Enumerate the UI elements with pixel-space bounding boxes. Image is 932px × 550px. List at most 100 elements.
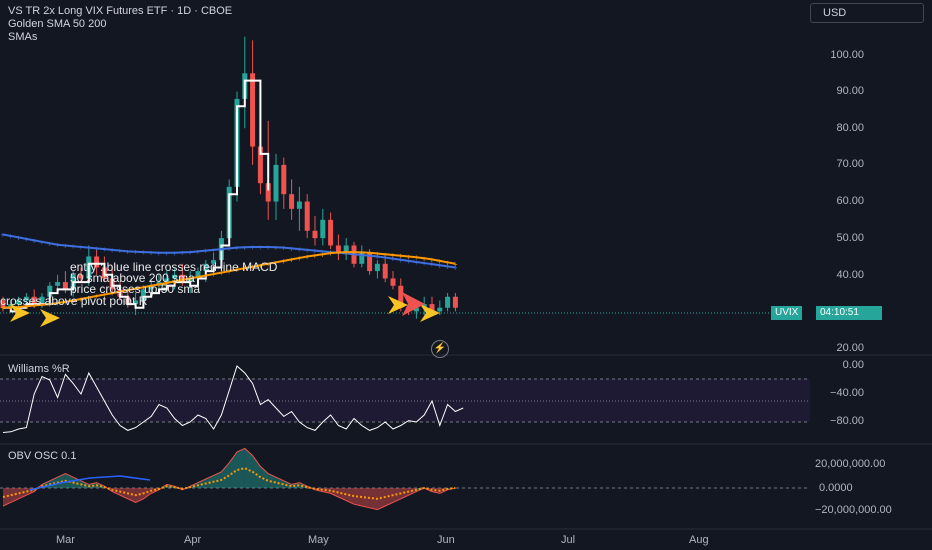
sma-blue-marker: + bbox=[274, 243, 279, 252]
candle-body bbox=[374, 263, 380, 272]
time-tick: Jun bbox=[437, 534, 455, 546]
annotation-pivot: crosses above pivot point R bbox=[0, 294, 148, 308]
sma-blue-marker: + bbox=[242, 243, 247, 252]
currency-button[interactable]: USD bbox=[810, 3, 924, 23]
sma-orange-marker: + bbox=[383, 250, 388, 259]
candle-body bbox=[452, 296, 458, 308]
price-tick: 40.00 bbox=[836, 269, 864, 281]
sma-orange-marker: + bbox=[406, 252, 411, 261]
candle-body bbox=[62, 282, 68, 290]
sma-orange-marker: + bbox=[422, 254, 427, 263]
sma-orange-marker: + bbox=[320, 250, 325, 259]
sma-blue-marker: + bbox=[118, 247, 123, 256]
last-price-symbol: UVIX bbox=[771, 306, 803, 320]
sma-blue-marker: + bbox=[164, 249, 169, 258]
obv-tick: 20,000,000.00 bbox=[815, 458, 886, 470]
price-tick: 60.00 bbox=[836, 195, 864, 207]
obv-tick: 0.0000 bbox=[819, 482, 853, 494]
candle-body bbox=[445, 296, 451, 308]
sma-blue-marker: + bbox=[141, 248, 146, 257]
time-tick: Jul bbox=[561, 534, 576, 546]
price-tick: 20.00 bbox=[836, 342, 864, 354]
sma-orange-marker: + bbox=[344, 248, 349, 257]
sma-orange-marker: + bbox=[375, 250, 380, 259]
sma-blue-marker: + bbox=[281, 244, 286, 253]
sma-blue-marker: + bbox=[157, 249, 162, 258]
sma-blue-marker: + bbox=[24, 235, 29, 244]
sma-blue-marker: + bbox=[79, 243, 84, 252]
candle-body bbox=[296, 201, 302, 209]
sma-blue-marker: + bbox=[86, 244, 91, 253]
sma-blue-marker: + bbox=[250, 243, 255, 252]
sma-blue-marker: + bbox=[8, 232, 13, 241]
obv-tick: −20,000,000.00 bbox=[815, 504, 892, 516]
sma-blue-marker: + bbox=[133, 248, 138, 257]
williams-tick: 0.00 bbox=[842, 359, 864, 371]
chart-title: VS TR 2x Long VIX Futures ETF · 1D · CBO… bbox=[8, 5, 233, 17]
sma-orange-marker: + bbox=[305, 252, 310, 261]
candle-body bbox=[320, 219, 326, 239]
candle-body bbox=[289, 194, 295, 209]
candle-body bbox=[250, 73, 256, 147]
price-tick: 90.00 bbox=[836, 85, 864, 97]
lightning-icon[interactable]: ⚡ bbox=[431, 340, 449, 358]
sma-blue-marker: + bbox=[227, 244, 232, 253]
sma-blue-marker: + bbox=[94, 244, 99, 253]
sma-blue-marker: + bbox=[203, 247, 208, 256]
obv-title[interactable]: OBV OSC 0.1 bbox=[8, 450, 76, 462]
sma-blue-marker: + bbox=[258, 243, 263, 252]
williams-title[interactable]: Williams %R bbox=[8, 363, 70, 375]
sma-blue-marker: + bbox=[71, 242, 76, 251]
sma-orange-marker: + bbox=[281, 257, 286, 266]
sma-blue-marker: + bbox=[47, 239, 52, 248]
time-tick: Mar bbox=[56, 534, 75, 546]
candle-body bbox=[273, 164, 279, 202]
candle-body bbox=[382, 263, 388, 279]
sma-blue-marker: + bbox=[16, 233, 21, 242]
sma-blue-marker: + bbox=[63, 241, 68, 250]
candle-body bbox=[304, 201, 310, 231]
price-tick: 70.00 bbox=[836, 158, 864, 170]
sma-blue-marker: + bbox=[32, 236, 37, 245]
sma-orange-marker: + bbox=[398, 252, 403, 261]
sma-orange-marker: + bbox=[359, 248, 364, 257]
bar-countdown: 04:10:51 bbox=[816, 306, 882, 320]
candle-body bbox=[312, 230, 318, 239]
sma-blue-marker: + bbox=[235, 244, 240, 253]
indicator-label-golden[interactable]: Golden SMA 50 200 bbox=[8, 18, 106, 31]
sma-orange-marker: + bbox=[437, 257, 442, 266]
price-tick: 100.00 bbox=[830, 49, 864, 61]
sma-blue-marker: + bbox=[266, 243, 271, 252]
sma-orange-marker: + bbox=[313, 251, 318, 260]
sma-orange-marker: + bbox=[453, 260, 458, 269]
sma-orange-marker: + bbox=[391, 251, 396, 260]
sma-orange-marker: + bbox=[352, 248, 357, 257]
candle-body bbox=[55, 282, 61, 286]
sma-orange-marker: + bbox=[445, 258, 450, 267]
indicator-label-smas[interactable]: SMAs bbox=[8, 31, 37, 44]
sma-blue-marker: + bbox=[211, 246, 216, 255]
candle-body bbox=[328, 219, 334, 246]
candle-body bbox=[437, 307, 443, 312]
sma-blue-marker: + bbox=[55, 241, 60, 250]
sma-blue-marker: + bbox=[196, 247, 201, 256]
sma-blue-marker: + bbox=[172, 249, 177, 258]
time-tick: Aug bbox=[689, 534, 709, 546]
sma-blue-marker: + bbox=[149, 248, 154, 257]
sma-orange-marker: + bbox=[414, 253, 419, 262]
sma-orange-marker: + bbox=[196, 273, 201, 282]
sma-blue-marker: + bbox=[125, 247, 130, 256]
buy-arrow-marker bbox=[40, 309, 60, 327]
sma-orange-marker: + bbox=[289, 255, 294, 264]
price-tick: 80.00 bbox=[836, 122, 864, 134]
candle-body bbox=[390, 278, 396, 286]
sma-blue-marker: + bbox=[102, 245, 107, 254]
williams-tick: −40.00 bbox=[830, 387, 864, 399]
time-tick: May bbox=[308, 534, 329, 546]
obv-area-segment bbox=[237, 448, 245, 488]
sma-blue-marker: + bbox=[180, 248, 185, 257]
candle-body bbox=[281, 164, 287, 195]
sma-blue-marker: + bbox=[110, 246, 115, 255]
sma-orange-marker: + bbox=[430, 255, 435, 264]
sma-blue-marker: + bbox=[40, 238, 45, 247]
